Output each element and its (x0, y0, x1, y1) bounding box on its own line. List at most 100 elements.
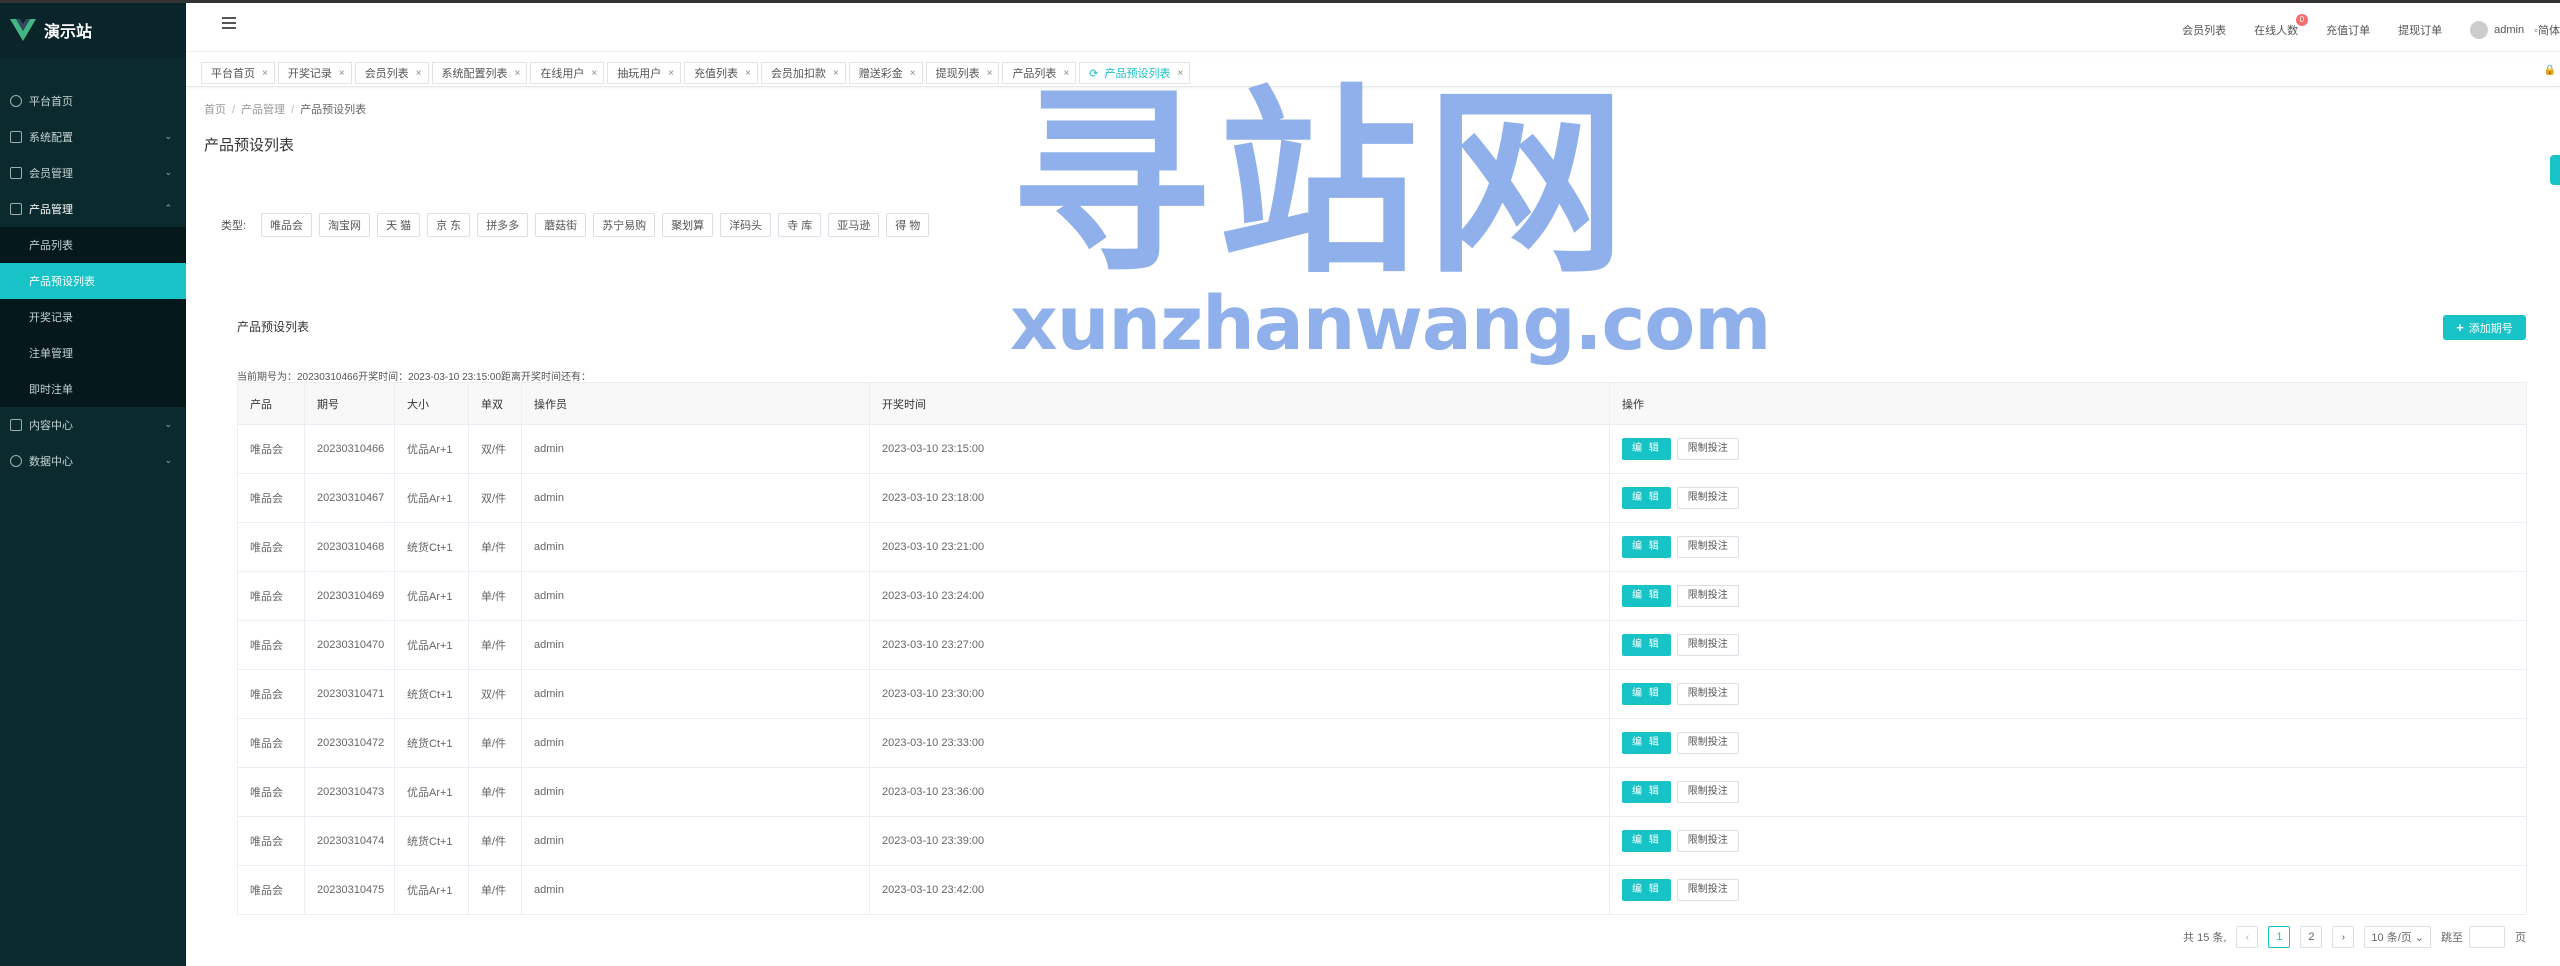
breadcrumb-products[interactable]: 产品管理 (241, 104, 285, 116)
pager-page-unit: 页 (2515, 932, 2526, 944)
pager-size-select[interactable]: 10 条/页 ⌄ (2364, 926, 2431, 948)
sidebar-item-members[interactable]: 会员管理 ⌄ (0, 155, 186, 191)
tab-9[interactable]: 提现列表 × (925, 62, 1000, 84)
tab-label: 提现列表 (935, 68, 980, 80)
table-body: 唯品会 20230310466 优品Ar+1 双/件 admin 2023-03-10 2… (237, 424, 2527, 915)
sidebar-subitem-live-orders[interactable]: 即时注单 (0, 371, 186, 407)
edit-button[interactable]: 编 辑 (1622, 585, 1671, 607)
filter-chip[interactable]: 苏宁易购 (593, 213, 656, 237)
header-link-online[interactable]: 在线人数 0 (2254, 14, 2309, 38)
sidebar-subitem-product-list[interactable]: 产品列表 (0, 227, 186, 263)
filter-chip[interactable]: 得 物 (886, 213, 930, 237)
sidebar-subitem-orders[interactable]: 注单管理 (0, 335, 186, 371)
edit-button[interactable]: 编 辑 (1622, 830, 1671, 852)
filter-chip[interactable]: 聚划算 (662, 213, 714, 237)
close-icon[interactable]: × (833, 68, 839, 79)
tab-7[interactable]: 会员加扣款 × (760, 62, 846, 84)
tab-11[interactable]: ⟳ 产品预设列表 × (1079, 62, 1191, 84)
tab-1[interactable]: 开奖记录 × (277, 62, 352, 84)
pager-page-2[interactable]: 2 (2300, 926, 2323, 948)
close-icon[interactable]: × (591, 68, 597, 79)
actions-cell: 编 辑限制投注 (1609, 865, 2527, 915)
column-header: 操作 (1609, 382, 2527, 425)
edit-button[interactable]: 编 辑 (1622, 634, 1671, 656)
sidebar-item-data[interactable]: 数据中心 ⌄ (0, 443, 186, 479)
column-header: 期号 (304, 382, 395, 425)
limit-bet-button[interactable]: 限制投注 (1676, 732, 1739, 754)
limit-bet-button[interactable]: 限制投注 (1676, 487, 1739, 509)
tab-5[interactable]: 抽玩用户 × (607, 62, 682, 84)
table-cell: 单/件 (468, 718, 522, 768)
filter-chip[interactable]: 唯品会 (261, 213, 313, 237)
lock-icon[interactable]: 🔒 (2544, 65, 2556, 76)
tab-4[interactable]: 在线用户 × (530, 62, 605, 84)
edit-button[interactable]: 编 辑 (1622, 438, 1671, 460)
limit-bet-button[interactable]: 限制投注 (1676, 536, 1739, 558)
add-issue-button[interactable]: + 添加期号 (2443, 315, 2526, 340)
breadcrumb-home[interactable]: 首页 (204, 104, 226, 116)
filter-chip[interactable]: 蘑菇街 (535, 213, 587, 237)
table-cell: 20230310472 (304, 718, 395, 768)
edit-button[interactable]: 编 辑 (1622, 879, 1671, 901)
tab-10[interactable]: 产品列表 × (1002, 62, 1077, 84)
filter-chip[interactable]: 京 东 (427, 213, 471, 237)
edit-button[interactable]: 编 辑 (1622, 732, 1671, 754)
pager-goto-input[interactable] (2469, 926, 2505, 948)
logo[interactable]: 演示站 (0, 3, 186, 57)
pager-page-1[interactable]: 1 (2268, 926, 2291, 948)
sidebar-subitem-draw-records[interactable]: 开奖记录 (0, 299, 186, 335)
tab-6[interactable]: 充值列表 × (684, 62, 758, 84)
pager-size-label: 10 条/页 (2371, 932, 2412, 944)
limit-bet-button[interactable]: 限制投注 (1676, 634, 1739, 656)
table-cell: 20230310473 (304, 767, 395, 817)
filter-chip[interactable]: 淘宝网 (319, 213, 371, 237)
sidebar-item-home[interactable]: 平台首页 (0, 83, 186, 119)
vue-logo-icon (10, 19, 36, 41)
sidebar-item-content[interactable]: 内容中心 ⌄ (0, 407, 186, 443)
limit-bet-button[interactable]: 限制投注 (1676, 781, 1739, 803)
filter-chip[interactable]: 亚马逊 (828, 213, 880, 237)
tab-0[interactable]: 平台首页 × (201, 62, 275, 84)
tab-2[interactable]: 会员列表 × (354, 62, 429, 84)
close-icon[interactable]: × (745, 68, 751, 79)
close-icon[interactable]: × (515, 68, 521, 79)
table-cell: admin (521, 522, 870, 572)
limit-bet-button[interactable]: 限制投注 (1676, 585, 1739, 607)
close-icon[interactable]: × (339, 68, 345, 79)
tab-8[interactable]: 赠送彩金 × (848, 62, 923, 84)
filter-chip[interactable]: 寺 库 (778, 213, 822, 237)
header-link-members[interactable]: 会员列表 (2182, 22, 2226, 38)
filter-chip[interactable]: 拼多多 (477, 213, 529, 237)
user-menu[interactable]: admin (2470, 21, 2524, 39)
refresh-icon[interactable]: ⟳ (1089, 67, 1098, 80)
limit-bet-button[interactable]: 限制投注 (1676, 683, 1739, 705)
close-icon[interactable]: × (1063, 68, 1069, 79)
edit-button[interactable]: 编 辑 (1622, 487, 1671, 509)
close-icon[interactable]: × (416, 68, 422, 79)
tab-3[interactable]: 系统配置列表 × (431, 62, 528, 84)
edit-button[interactable]: 编 辑 (1622, 683, 1671, 705)
filter-chip[interactable]: 洋码头 (720, 213, 772, 237)
edit-button[interactable]: 编 辑 (1622, 781, 1671, 803)
language-switch[interactable]: ◦简体 (2534, 22, 2560, 38)
sidebar-item-system[interactable]: 系统配置 ⌄ (0, 119, 186, 155)
close-icon[interactable]: × (1178, 68, 1184, 79)
close-icon[interactable]: × (987, 68, 993, 79)
sidebar-item-products[interactable]: 产品管理 ⌃ (0, 191, 186, 227)
pager-prev-button[interactable]: ‹ (2236, 926, 2259, 948)
header-link-withdraw[interactable]: 提现订单 (2398, 22, 2442, 38)
close-icon[interactable]: × (910, 68, 916, 79)
limit-bet-button[interactable]: 限制投注 (1676, 879, 1739, 901)
header-link-recharge[interactable]: 充值订单 (2326, 22, 2370, 38)
close-icon[interactable]: × (262, 68, 268, 79)
edit-button[interactable]: 编 辑 (1622, 536, 1671, 558)
close-icon[interactable]: × (668, 68, 674, 79)
limit-bet-button[interactable]: 限制投注 (1676, 438, 1739, 460)
filter-chip[interactable]: 天 猫 (377, 213, 421, 237)
pager-next-button[interactable]: › (2332, 926, 2355, 948)
limit-bet-button[interactable]: 限制投注 (1676, 830, 1739, 852)
settings-drawer-handle[interactable] (2550, 155, 2560, 185)
menu-toggle-icon[interactable] (222, 17, 238, 31)
sidebar-subitem-product-preset[interactable]: 产品预设列表 (0, 263, 186, 299)
pager-goto: 跳至 (2441, 926, 2505, 948)
